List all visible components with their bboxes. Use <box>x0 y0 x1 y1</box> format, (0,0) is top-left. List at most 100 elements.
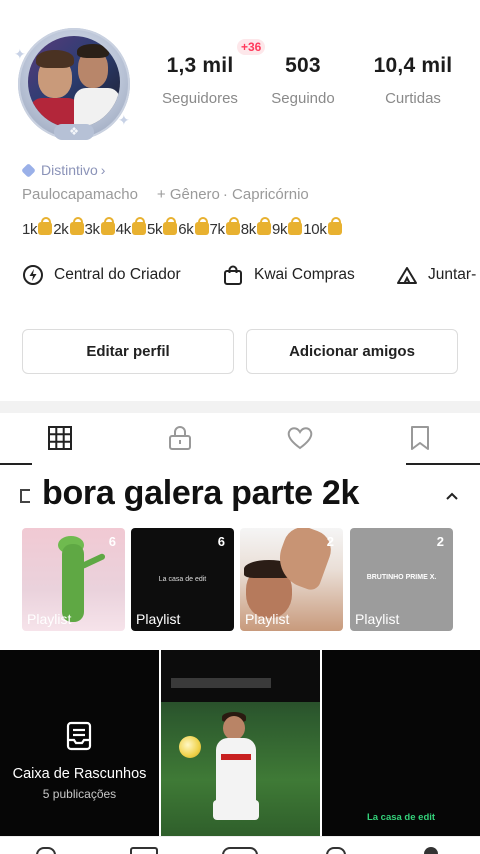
level-2k: 2k <box>53 221 69 238</box>
video-thumbnail[interactable]: La casa de edit <box>322 650 480 836</box>
messages-icon[interactable] <box>326 847 346 854</box>
drafts-title: Caixa de Rascunhos <box>12 766 147 782</box>
playlist-label: Playlist <box>136 611 181 627</box>
friends-icon[interactable] <box>130 847 158 854</box>
kwai-shop-label: Kwai Compras <box>254 266 355 283</box>
following-count: 503 <box>285 54 321 77</box>
tab-liked[interactable] <box>285 425 315 455</box>
edit-profile-button[interactable]: Editar perfil <box>22 329 234 374</box>
playlist-count: 6 <box>217 534 225 549</box>
level-3k: 3k <box>84 221 101 238</box>
tab-posts[interactable] <box>45 425 75 455</box>
grid-icon <box>47 425 73 456</box>
lock-icon <box>100 217 115 235</box>
level-4k: 4k <box>115 221 132 238</box>
creator-center-link[interactable]: Central do Criador <box>22 264 181 286</box>
chevron-right-icon: › <box>100 162 106 178</box>
shopping-bag-icon <box>222 264 244 286</box>
lock-icon <box>194 217 209 235</box>
profile-tabs <box>0 415 480 467</box>
drafts-tile[interactable]: Caixa de Rascunhos 5 publicações <box>0 650 159 836</box>
heart-icon <box>286 425 314 456</box>
playlist-label: Playlist <box>355 611 400 627</box>
lock-icon <box>38 217 53 235</box>
level-6k: 6k <box>178 221 194 238</box>
video-thumbnail[interactable] <box>161 650 320 836</box>
ball-icon <box>179 736 201 758</box>
playlist-count: 2 <box>326 534 334 549</box>
playlist-card[interactable]: 6 Playlist <box>22 528 125 631</box>
likes-stat[interactable]: 10,4 mil Curtidas <box>358 54 468 107</box>
profile-avatar[interactable]: ✦ ✦ ❖ <box>14 26 132 142</box>
level-10k: 10k <box>303 221 327 238</box>
lock-icon <box>69 217 84 235</box>
kwai-shop-link[interactable]: Kwai Compras <box>222 264 355 286</box>
tab-saved[interactable] <box>405 425 435 455</box>
card-overlay-text: BRUTINHO PRIME X. <box>366 574 437 581</box>
join-label: Juntar- <box>428 266 477 283</box>
home-icon[interactable] <box>36 847 56 854</box>
zodiac-sign: · Capricórnio <box>222 186 309 203</box>
playlist-count: 2 <box>436 534 444 549</box>
playlist-label: Playlist <box>27 611 72 627</box>
followers-count: 1,3 mil <box>166 54 234 77</box>
active-tab-indicator <box>0 463 32 465</box>
lock-icon <box>288 217 303 235</box>
avatar-photo <box>28 36 120 128</box>
tab-private[interactable] <box>165 425 195 455</box>
playlist-count: 6 <box>108 534 116 549</box>
level-milestones: 1k 2k 3k 4k 5k 6k 7k 8k 9k 10k <box>22 217 343 238</box>
playlist-card[interactable]: 2 Playlist <box>240 528 343 631</box>
inbox-icon <box>63 720 95 752</box>
playlist-card[interactable]: BRUTINHO PRIME X. 2 Playlist <box>350 528 453 631</box>
followers-stat[interactable]: 1,3 mil Seguidores <box>145 54 255 107</box>
lock-icon <box>257 217 271 235</box>
new-followers-badge: +36 <box>237 39 266 55</box>
tab-divider <box>406 463 480 465</box>
badge-icon <box>21 162 36 178</box>
followers-label: Seguidores <box>162 90 238 107</box>
card-overlay-text: La casa de edit <box>158 576 207 583</box>
lock-icon <box>163 217 178 235</box>
section-divider <box>0 401 480 413</box>
playlist-label: Playlist <box>245 611 290 627</box>
add-friends-button[interactable]: Adicionar amigos <box>246 329 458 374</box>
badge-link[interactable]: Distintivo › <box>21 162 106 178</box>
playlist-title: bora galera parte 2k <box>42 474 360 512</box>
avatar-level-badge: ❖ <box>54 124 94 140</box>
level-9k: 9k <box>272 221 288 238</box>
following-label: Seguindo <box>271 90 335 107</box>
level-5k: 5k <box>147 221 163 238</box>
creator-center-label: Central do Criador <box>54 266 181 283</box>
bottom-nav <box>0 836 480 854</box>
quick-links: Central do Criador Kwai Compras Juntar- <box>22 264 480 292</box>
lightning-icon <box>22 264 44 286</box>
playlist-icon <box>20 489 30 503</box>
level-8k: 8k <box>240 221 257 238</box>
lock-icon <box>132 217 146 235</box>
star-icon: ✦ <box>14 46 26 62</box>
gender-button[interactable]: + Gênero <box>157 186 220 203</box>
star-icon: ✦ <box>118 112 130 128</box>
following-stat[interactable]: 503 Seguindo <box>248 54 358 107</box>
username: Paulocapamacho <box>22 186 138 203</box>
chevron-up-icon[interactable] <box>442 486 462 506</box>
bookmark-icon <box>409 425 431 456</box>
playlist-section-header: bora galera parte 2k <box>0 470 480 520</box>
profile-stats: 1,3 mil Seguidores 503 Seguindo 10,4 mil… <box>150 54 475 114</box>
level-7k: 7k <box>209 221 226 238</box>
lock-icon <box>167 425 193 456</box>
drafts-count: 5 publicações <box>42 787 117 801</box>
profile-icon[interactable] <box>424 847 438 854</box>
join-link[interactable]: Juntar- <box>396 264 476 286</box>
badge-label: Distintivo <box>41 162 98 178</box>
lock-icon <box>327 217 342 235</box>
video-caption: La casa de edit <box>366 812 436 823</box>
level-1k: 1k <box>22 221 38 238</box>
create-icon[interactable] <box>222 847 258 854</box>
lock-icon <box>225 217 240 235</box>
likes-label: Curtidas <box>385 90 441 107</box>
tent-icon <box>396 264 418 286</box>
playlist-card[interactable]: La casa de edit 6 Playlist <box>131 528 234 631</box>
profile-info: Paulocapamacho + Gênero · Capricórnio <box>22 186 309 203</box>
